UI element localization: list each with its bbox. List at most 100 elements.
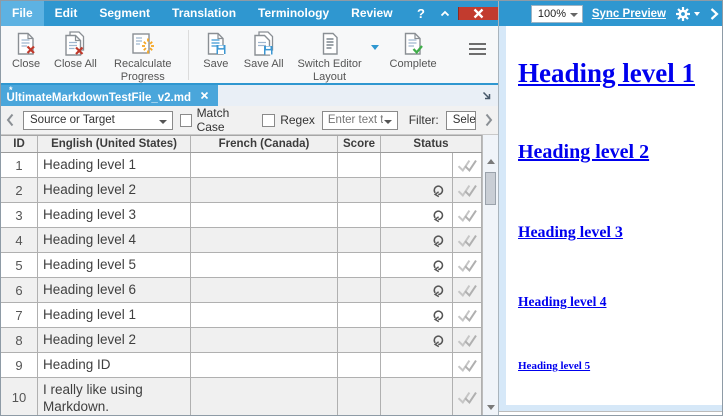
grid-cell-confirm[interactable] <box>453 153 482 177</box>
grid-header: ID English (United States) French (Canad… <box>1 135 482 153</box>
scope-select[interactable]: Source or Target <box>23 111 173 130</box>
table-row[interactable]: 4Heading level 4 <box>1 228 482 253</box>
close-all-button[interactable]: Close All <box>49 29 102 71</box>
grid-cell-source[interactable]: Heading level 2 <box>38 178 191 202</box>
return-mark-icon <box>430 307 446 323</box>
table-row[interactable]: 3Heading level 3 <box>1 203 482 228</box>
column-header-score[interactable]: Score <box>338 136 381 152</box>
menu-item-file[interactable]: File <box>1 1 44 26</box>
column-header-target[interactable]: French (Canada) <box>191 136 338 152</box>
scrollbar-down-arrow[interactable] <box>483 400 498 414</box>
recalculate-progress-button[interactable]: Recalculate Progress <box>102 29 184 84</box>
hamburger-menu-icon[interactable] <box>469 43 486 55</box>
menu-item-terminology[interactable]: Terminology <box>247 1 340 26</box>
regex-checkbox[interactable] <box>262 114 275 127</box>
grid-cell-confirm[interactable] <box>453 328 482 352</box>
grid-cell-target[interactable] <box>191 278 338 302</box>
grid-cell-target[interactable] <box>191 353 338 377</box>
grid-cell-score <box>338 253 381 277</box>
table-row[interactable]: 1Heading level 1 <box>1 153 482 178</box>
chevron-down-icon <box>159 120 167 124</box>
search-input[interactable] <box>323 112 383 129</box>
grid-cell-confirm[interactable] <box>453 253 482 277</box>
menu-item-edit[interactable]: Edit <box>44 1 89 26</box>
grid-cell-id: 2 <box>1 178 38 202</box>
chevron-up-icon[interactable] <box>432 8 458 20</box>
grid-cell-target[interactable] <box>191 228 338 252</box>
column-header-source[interactable]: English (United States) <box>38 136 191 152</box>
preview-horizontal-scrollbar[interactable] <box>499 405 723 412</box>
match-case-checkbox[interactable] <box>180 114 192 127</box>
scroll-left-icon[interactable] <box>4 112 16 128</box>
column-header-status[interactable]: Status <box>381 136 482 152</box>
table-row[interactable]: 6Heading level 6 <box>1 278 482 303</box>
grid-cell-target[interactable] <box>191 303 338 327</box>
grid-cell-confirm[interactable] <box>453 378 482 416</box>
complete-button[interactable]: Complete <box>385 29 442 71</box>
grid-cell-target[interactable] <box>191 253 338 277</box>
grid-cell-target[interactable] <box>191 378 338 416</box>
grid-cell-source[interactable]: Heading level 6 <box>38 278 191 302</box>
grid-cell-status <box>381 378 453 416</box>
grid-cell-confirm[interactable] <box>453 228 482 252</box>
grid-cell-source[interactable]: Heading level 1 <box>38 303 191 327</box>
search-combo[interactable] <box>322 111 398 130</box>
menu-item-segment[interactable]: Segment <box>88 1 161 26</box>
grid-cell-target[interactable] <box>191 153 338 177</box>
grid-cell-source[interactable]: Heading level 4 <box>38 228 191 252</box>
scope-select-value: Source or Target <box>30 114 115 126</box>
column-header-id[interactable]: ID <box>1 136 38 152</box>
grid-cell-source[interactable]: Heading level 3 <box>38 203 191 227</box>
grid-cell-status <box>381 178 453 202</box>
grid-vertical-scrollbar[interactable] <box>482 135 498 416</box>
preview-settings-button[interactable] <box>675 6 700 22</box>
switch-editor-layout-button[interactable]: Switch Editor Layout <box>289 29 371 84</box>
scrollbar-thumb[interactable] <box>485 172 496 205</box>
grid-cell-source[interactable]: Heading level 1 <box>38 153 191 177</box>
grid-cell-confirm[interactable] <box>453 353 482 377</box>
grid-cell-target[interactable] <box>191 203 338 227</box>
zoom-level-value: 100% <box>538 8 566 20</box>
grid-cell-confirm[interactable] <box>453 303 482 327</box>
grid-cell-source[interactable]: I really like using Markdown. <box>38 378 191 416</box>
grid-table: ID English (United States) French (Canad… <box>1 135 482 416</box>
grid-cell-source[interactable]: Heading level 2 <box>38 328 191 352</box>
tab-close-icon[interactable] <box>200 91 209 100</box>
grid-cell-source[interactable]: Heading ID <box>38 353 191 377</box>
scrollbar-up-arrow[interactable] <box>483 154 498 168</box>
grid-cell-target[interactable] <box>191 328 338 352</box>
chevron-down-icon <box>694 12 700 16</box>
table-row[interactable]: 5Heading level 5 <box>1 253 482 278</box>
table-row[interactable]: 10I really like using Markdown. <box>1 378 482 416</box>
gear-icon <box>675 6 691 22</box>
table-row[interactable]: 8Heading level 2 <box>1 328 482 353</box>
scroll-right-icon[interactable] <box>483 112 495 128</box>
grid-cell-source[interactable]: Heading level 5 <box>38 253 191 277</box>
grid-cell-status <box>381 228 453 252</box>
close-button[interactable]: Close <box>3 29 49 71</box>
grid-cell-confirm[interactable] <box>453 178 482 202</box>
match-case-option[interactable]: Match Case <box>180 106 256 134</box>
collapse-pane-button[interactable] <box>709 7 719 21</box>
grid-cell-confirm[interactable] <box>453 278 482 302</box>
menu-item-review[interactable]: Review <box>340 1 403 26</box>
filter-select[interactable]: Sele <box>446 111 476 130</box>
menu-item-translation[interactable]: Translation <box>161 1 247 26</box>
chevron-down-icon[interactable] <box>371 45 379 50</box>
preview-left-gutter[interactable] <box>499 26 506 405</box>
grid-cell-target[interactable] <box>191 178 338 202</box>
tab-ultimatemarkdowntestfile[interactable]: *UltimateMarkdownTestFile_v2.md <box>1 85 218 106</box>
sync-preview-link[interactable]: Sync Preview <box>592 8 666 20</box>
save-all-button[interactable]: Save All <box>239 29 289 71</box>
dock-arrow-icon[interactable] <box>481 90 492 101</box>
zoom-select[interactable]: 100% <box>531 5 583 23</box>
table-row[interactable]: 7Heading level 1 <box>1 303 482 328</box>
table-row[interactable]: 2Heading level 2 <box>1 178 482 203</box>
tab-label: UltimateMarkdownTestFile_v2.md <box>7 91 191 103</box>
table-row[interactable]: 9Heading ID <box>1 353 482 378</box>
regex-option[interactable]: Regex <box>262 113 315 127</box>
help-icon[interactable]: ? <box>410 6 432 21</box>
close-window-button[interactable] <box>458 7 498 20</box>
save-button[interactable]: Save <box>193 29 239 71</box>
grid-cell-confirm[interactable] <box>453 203 482 227</box>
